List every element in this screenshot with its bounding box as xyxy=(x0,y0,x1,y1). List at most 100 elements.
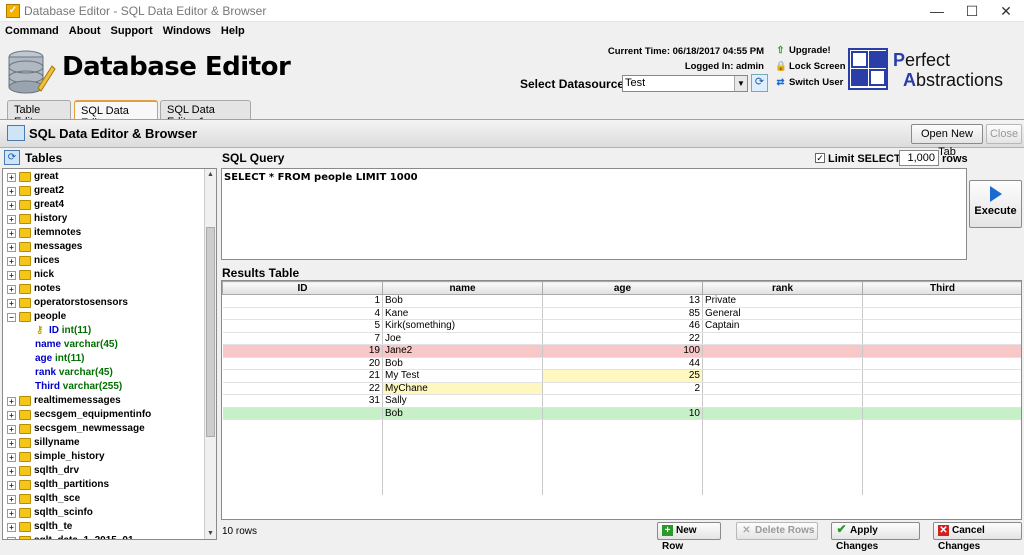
expand-icon[interactable]: + xyxy=(7,187,16,196)
menu-support[interactable]: Support xyxy=(106,23,158,39)
table-cell[interactable]: 21 xyxy=(222,369,383,383)
table-cell[interactable] xyxy=(862,407,1021,420)
tab-table-editor[interactable]: Table Editor xyxy=(7,100,71,128)
expand-icon[interactable]: + xyxy=(7,411,16,420)
table-cell[interactable]: 44 xyxy=(542,357,703,370)
table-cell[interactable]: 25 xyxy=(542,369,703,383)
limit-select-checkbox[interactable]: ✓ xyxy=(815,153,825,163)
table-row[interactable]: 5 Kirk(something) 46 Captain xyxy=(222,319,1021,333)
menu-about[interactable]: About xyxy=(64,23,106,39)
table-cell[interactable] xyxy=(702,344,863,358)
scroll-down-icon[interactable]: ▼ xyxy=(205,528,216,539)
apply-changes-button[interactable]: ✔ Apply Changes xyxy=(831,522,920,552)
table-cell[interactable]: General xyxy=(702,307,863,320)
table-cell[interactable] xyxy=(702,382,863,395)
table-cell[interactable]: Bob xyxy=(382,407,543,420)
column-header-1[interactable]: name xyxy=(382,281,543,295)
expand-icon[interactable]: + xyxy=(7,271,16,280)
table-cell[interactable] xyxy=(862,369,1021,383)
table-cell[interactable]: 10 xyxy=(542,407,703,420)
table-cell[interactable] xyxy=(862,332,1021,345)
table-cell[interactable]: 7 xyxy=(222,332,383,345)
table-cell[interactable] xyxy=(862,382,1021,395)
table-cell[interactable]: 46 xyxy=(542,319,703,333)
table-cell[interactable] xyxy=(702,332,863,345)
table-row[interactable]: 19 Jane2 100 xyxy=(222,344,1021,358)
expand-icon[interactable]: + xyxy=(7,425,16,434)
new-row-button[interactable]: + New Row xyxy=(657,522,721,552)
table-cell[interactable] xyxy=(702,394,863,408)
table-row[interactable]: 31 Sally xyxy=(222,394,1021,408)
expand-icon[interactable]: + xyxy=(7,537,16,539)
table-row[interactable]: Bob 10 xyxy=(222,407,1021,420)
table-cell[interactable]: 85 xyxy=(542,307,703,320)
table-cell[interactable] xyxy=(862,319,1021,333)
table-cell[interactable] xyxy=(702,357,863,370)
table-cell[interactable]: 22 xyxy=(542,332,703,345)
table-cell[interactable] xyxy=(862,344,1021,358)
expand-icon[interactable]: + xyxy=(7,229,16,238)
table-cell[interactable]: 4 xyxy=(222,307,383,320)
expand-icon[interactable]: + xyxy=(7,453,16,462)
column-header-3[interactable]: rank xyxy=(702,281,863,295)
table-row[interactable]: 22 MyChane 2 xyxy=(222,382,1021,395)
table-cell[interactable]: 20 xyxy=(222,357,383,370)
table-cell[interactable]: Jane2 xyxy=(382,344,543,358)
table-cell[interactable]: Private xyxy=(702,294,863,308)
expand-icon[interactable]: + xyxy=(7,439,16,448)
table-cell[interactable]: 22 xyxy=(222,382,383,395)
expand-icon[interactable]: + xyxy=(7,257,16,266)
datasource-select[interactable]: Test ▼ xyxy=(622,75,748,92)
table-cell[interactable] xyxy=(542,394,703,408)
table-row[interactable]: 20 Bob 44 xyxy=(222,357,1021,370)
tab-sql-data-editor-1[interactable]: SQL Data Editor 1 xyxy=(160,100,251,128)
minimize-button[interactable]: — xyxy=(920,0,954,22)
table-cell[interactable]: My Test xyxy=(382,369,543,383)
table-cell[interactable] xyxy=(862,394,1021,408)
tree-scrollbar[interactable]: ▲ ▼ xyxy=(204,169,216,539)
table-cell[interactable]: Sally xyxy=(382,394,543,408)
table-cell[interactable]: 100 xyxy=(542,344,703,358)
table-cell[interactable]: 5 xyxy=(222,319,383,333)
table-cell[interactable] xyxy=(702,369,863,383)
table-cell[interactable] xyxy=(862,307,1021,320)
maximize-button[interactable]: ☐ xyxy=(955,0,989,22)
expand-icon[interactable]: + xyxy=(7,243,16,252)
menu-help[interactable]: Help xyxy=(216,23,250,39)
limit-rows-input[interactable]: 1,000 xyxy=(899,150,939,166)
cancel-changes-button[interactable]: ✕ Cancel Changes xyxy=(933,522,1022,552)
expand-icon[interactable]: + xyxy=(7,495,16,504)
expand-icon[interactable]: + xyxy=(7,215,16,224)
lock-screen-link[interactable]: 🔒 Lock Screen xyxy=(775,61,846,72)
table-row[interactable]: 4 Kane 85 General xyxy=(222,307,1021,320)
scroll-thumb[interactable] xyxy=(206,227,215,437)
table-cell[interactable]: Kirk(something) xyxy=(382,319,543,333)
sql-query-editor[interactable]: SELECT * FROM people LIMIT 1000 xyxy=(221,168,967,260)
table-cell[interactable]: 31 xyxy=(222,394,383,408)
scroll-up-icon[interactable]: ▲ xyxy=(205,169,216,180)
expand-icon[interactable]: + xyxy=(7,509,16,518)
table-cell[interactable]: Captain xyxy=(702,319,863,333)
close-tab-button[interactable]: Close xyxy=(986,124,1022,144)
results-table[interactable]: ID name age rank Third 1 Bob 13 Private 4 Kane 85 G… xyxy=(221,280,1022,520)
table-cell[interactable]: Bob xyxy=(382,357,543,370)
table-cell[interactable] xyxy=(702,407,863,420)
table-cell[interactable]: 1 xyxy=(222,294,383,308)
expand-icon[interactable]: + xyxy=(7,299,16,308)
refresh-tables-button[interactable]: ⟳ xyxy=(4,150,20,165)
table-cell[interactable] xyxy=(222,407,383,420)
table-row[interactable]: 21 My Test 25 xyxy=(222,369,1021,383)
table-cell[interactable]: Joe xyxy=(382,332,543,345)
expand-icon[interactable]: + xyxy=(7,467,16,476)
table-cell[interactable]: Bob xyxy=(382,294,543,308)
table-cell[interactable]: 19 xyxy=(222,344,383,358)
table-row[interactable]: 7 Joe 22 xyxy=(222,332,1021,345)
expand-icon[interactable]: + xyxy=(7,397,16,406)
column-header-4[interactable]: Third xyxy=(862,281,1021,295)
table-cell[interactable] xyxy=(862,294,1021,308)
table-cell[interactable]: Kane xyxy=(382,307,543,320)
expand-icon[interactable]: + xyxy=(7,173,16,182)
refresh-datasource-button[interactable]: ⟳ xyxy=(751,74,768,92)
switch-user-link[interactable]: ⇄ Switch User xyxy=(775,77,844,88)
table-cell[interactable]: 2 xyxy=(542,382,703,395)
